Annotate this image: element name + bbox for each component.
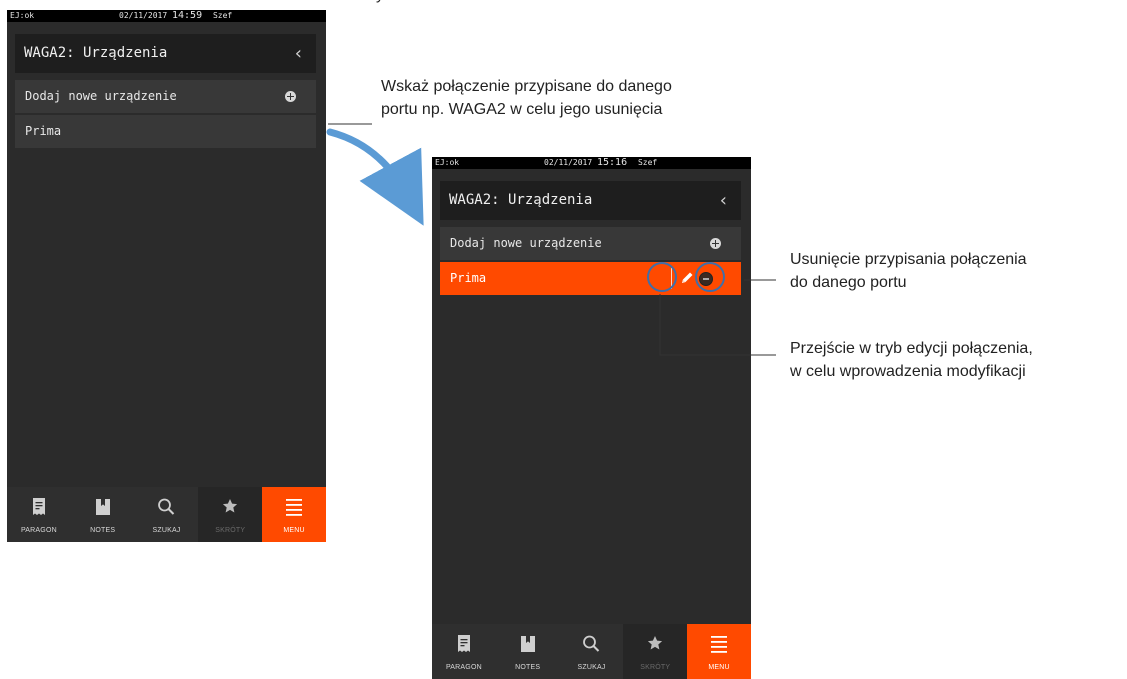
- annotation-remove-assignment: Usunięcie przypisania połączenia do dane…: [790, 251, 1027, 291]
- annotation-edit-connection: Przejście w tryb edycji połączenia, w ce…: [790, 340, 1033, 380]
- connector-line-edit: [659, 294, 776, 356]
- curved-arrow: [326, 128, 424, 226]
- annotation-select-connection: Wskaż połączenie przypisane do danego po…: [381, 78, 672, 118]
